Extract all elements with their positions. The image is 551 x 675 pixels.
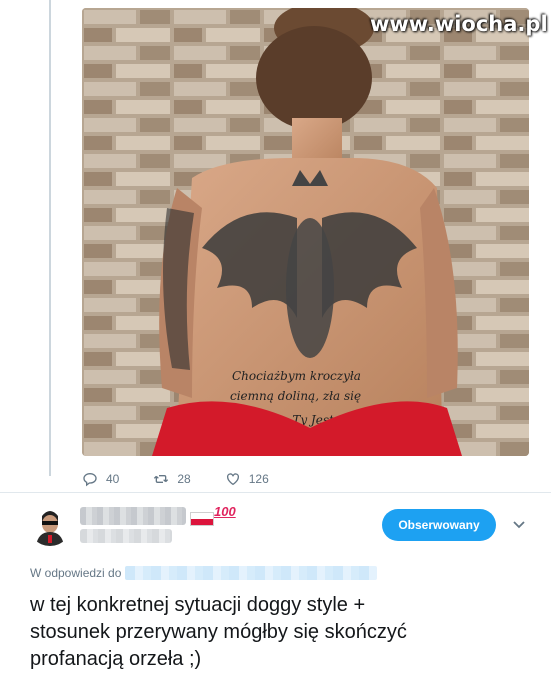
reply-action[interactable]: 40: [82, 471, 119, 487]
reply-text: w tej konkretnej sytuacji doggy style + …: [30, 594, 407, 670]
retweet-icon: [154, 475, 169, 483]
reply-context: W odpowiedzi do: [30, 566, 378, 580]
thread-line: [49, 0, 51, 476]
avatar-image: [28, 502, 72, 546]
chevron-down-icon[interactable]: [511, 516, 527, 532]
blurred-username[interactable]: [80, 529, 172, 543]
blurred-mention[interactable]: [125, 566, 378, 580]
heart-icon: [226, 473, 239, 486]
watermark: www.wiocha.pl: [370, 12, 548, 36]
blurred-display-name[interactable]: [80, 507, 186, 525]
retweet-action[interactable]: 28: [153, 471, 191, 487]
following-button[interactable]: Obserwowany: [382, 509, 496, 541]
like-action[interactable]: 126: [225, 471, 269, 487]
reply-icon: [83, 472, 97, 487]
reply-count: 40: [106, 472, 120, 486]
tweet-photo[interactable]: Chociażbym kroczyła ciemną doliną, zła s…: [82, 8, 529, 456]
hundred-points-icon: 100: [214, 504, 236, 519]
retweet-count: 28: [177, 472, 191, 486]
tattoo-line-2: ciemną doliną, zła się: [230, 389, 361, 403]
photo-illustration: Chociażbym kroczyła ciemną doliną, zła s…: [82, 8, 529, 456]
like-count: 126: [248, 472, 269, 486]
tweet-divider: [0, 492, 551, 493]
in-reply-to-label: W odpowiedzi do: [30, 566, 122, 580]
avatar[interactable]: [28, 502, 72, 546]
poland-flag-icon: [190, 512, 214, 526]
tattoo-line-1: Chociażbym kroczyła: [232, 369, 361, 383]
tweet-actions: 40 28 126: [82, 468, 303, 490]
